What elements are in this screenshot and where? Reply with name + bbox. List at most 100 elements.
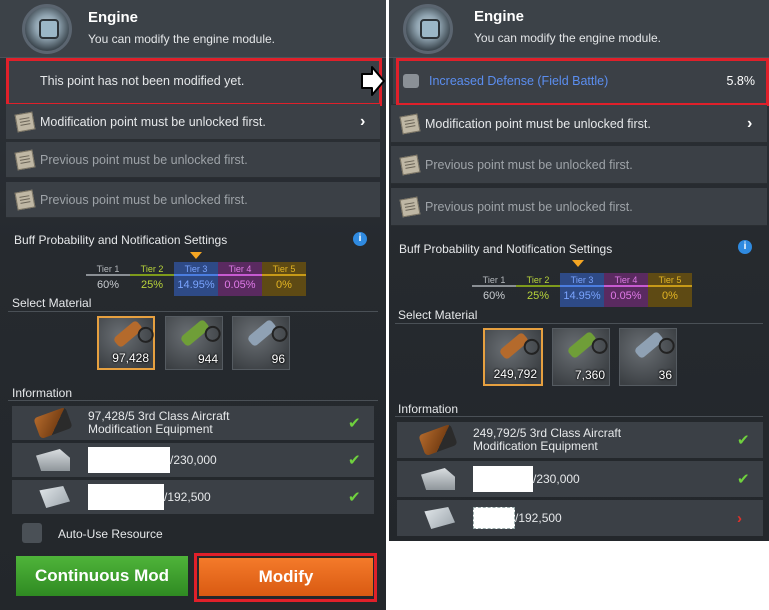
mod-point-row[interactable]: Modification point must be unlocked firs… [391, 105, 767, 143]
chevron-right-icon: › [747, 114, 753, 132]
buff-settings-title: Buff Probability and Notification Settin… [399, 242, 613, 256]
material-slot-2[interactable]: 944 [165, 316, 223, 370]
info-icon[interactable]: i [353, 232, 367, 246]
highlight-frame [6, 58, 382, 106]
material-slot-2[interactable]: 7,360 [552, 328, 610, 386]
material-count: 249,792 [493, 367, 537, 381]
drill-tool-icon [112, 319, 144, 349]
info-row-text: 97,428/5 3rd Class Aircraft Modification… [88, 409, 230, 436]
document-icon [399, 154, 421, 175]
check-icon: ✔ [737, 432, 750, 449]
redacted-value [88, 447, 170, 473]
tier-2: Tier 2 25% [130, 262, 174, 296]
info-row-equipment: 97,428/5 3rd Class Aircraft Modification… [12, 406, 374, 440]
information-title: Information [12, 386, 73, 400]
document-icon [399, 196, 421, 217]
highlight-frame [396, 58, 769, 106]
material-count: 97,428 [112, 351, 149, 365]
mod-point-label: Modification point must be unlocked firs… [425, 116, 651, 131]
check-icon: ✔ [737, 471, 750, 488]
info-row-plate: /192,500 ✔ [12, 480, 374, 514]
redacted-value [473, 507, 515, 529]
panel-subtitle: You can modify the engine module. [474, 31, 662, 45]
continuous-mod-button[interactable]: Continuous Mod [16, 556, 188, 596]
metal-ingot-icon [36, 449, 70, 471]
tier-1: Tier 1 60% [86, 262, 130, 296]
material-slot-1[interactable]: 97,428 [97, 316, 155, 370]
info-row-text: /230,000 [88, 447, 348, 473]
tier-4[interactable]: Tier 4 0.05% [604, 273, 648, 307]
divider [395, 416, 763, 417]
material-count: 96 [271, 352, 285, 366]
tier-marker-icon [190, 252, 202, 259]
panel-subtitle: You can modify the engine module. [88, 32, 276, 46]
arrow-right-icon [361, 66, 385, 96]
modify-panel-after: Engine You can modify the engine module.… [389, 0, 769, 541]
locked-point-row: Previous point must be unlocked first. [6, 182, 380, 218]
tier-marker-icon [572, 260, 584, 267]
drill-tool-icon [498, 331, 530, 361]
info-row-metal: /230,000 ✔ [397, 461, 763, 497]
drill-tool-icon [566, 330, 598, 360]
info-row-text: /192,500 [473, 507, 737, 529]
material-slot-3[interactable]: 96 [232, 316, 290, 370]
document-icon [14, 189, 36, 210]
check-icon: ✔ [348, 415, 361, 432]
drill-tool-icon [246, 318, 278, 348]
panel-title: Engine [474, 8, 525, 25]
drill-tool-icon [418, 423, 458, 457]
drill-tool-icon [633, 330, 665, 360]
auto-use-checkbox[interactable] [22, 523, 42, 543]
material-slot-3[interactable]: 36 [619, 328, 677, 386]
metal-plate-icon [39, 486, 70, 508]
metal-ingot-icon [421, 468, 455, 490]
material-count: 7,360 [574, 368, 605, 382]
locked-point-label: Previous point must be unlocked first. [40, 192, 248, 207]
highlight-frame [194, 553, 377, 602]
tier-1: Tier 1 60% [472, 273, 516, 307]
buff-settings-title: Buff Probability and Notification Settin… [14, 233, 228, 247]
tier-3[interactable]: Tier 3 14.95% [174, 262, 218, 296]
select-material-title: Select Material [398, 308, 478, 322]
tier-5[interactable]: Tier 5 0% [262, 262, 306, 296]
engine-icon [22, 4, 72, 54]
select-material-title: Select Material [12, 296, 92, 310]
mod-point-row[interactable]: Modification point must be unlocked firs… [6, 104, 380, 140]
tier-3[interactable]: Tier 3 14.95% [560, 273, 604, 307]
document-icon [399, 113, 421, 134]
panel-header: Engine You can modify the engine module. [389, 0, 769, 58]
auto-use-label: Auto-Use Resource [58, 527, 163, 541]
info-row-equipment: 249,792/5 3rd Class Aircraft Modificatio… [397, 422, 763, 458]
redacted-value [88, 484, 164, 510]
material-count: 36 [658, 368, 672, 382]
material-slot-1[interactable]: 249,792 [483, 328, 543, 386]
info-row-text: /230,000 [473, 466, 737, 492]
tier-5[interactable]: Tier 5 0% [648, 273, 692, 307]
redacted-value [473, 466, 533, 492]
document-icon [14, 111, 36, 132]
tier-strip: Tier 1 60% Tier 2 25% Tier 3 14.95% Tier… [86, 262, 316, 296]
info-row-text: /192,500 [88, 484, 348, 510]
info-row-plate: /192,500 › [397, 500, 763, 536]
locked-point-row: Previous point must be unlocked first. [391, 146, 767, 184]
locked-point-label: Previous point must be unlocked first. [40, 152, 248, 167]
information-title: Information [398, 402, 459, 416]
tier-4[interactable]: Tier 4 0.05% [218, 262, 262, 296]
locked-point-label: Previous point must be unlocked first. [425, 157, 633, 172]
modify-panel-before: Engine You can modify the engine module.… [0, 0, 386, 610]
info-row-metal: /230,000 ✔ [12, 443, 374, 477]
tier-strip: Tier 1 60% Tier 2 25% Tier 3 14.95% Tier… [472, 273, 702, 307]
drill-tool-icon [33, 406, 73, 440]
check-icon: ✔ [348, 489, 361, 506]
locked-point-row: Previous point must be unlocked first. [6, 142, 380, 178]
divider [8, 311, 378, 312]
info-icon[interactable]: i [738, 240, 752, 254]
drill-tool-icon [179, 318, 211, 348]
chevron-right-icon: › [360, 112, 366, 130]
chevron-right-icon[interactable]: › [737, 510, 763, 527]
check-icon: ✔ [348, 452, 361, 469]
divider [8, 400, 378, 401]
engine-icon [403, 4, 453, 54]
metal-plate-icon [424, 507, 455, 529]
mod-point-label: Modification point must be unlocked firs… [40, 114, 266, 129]
